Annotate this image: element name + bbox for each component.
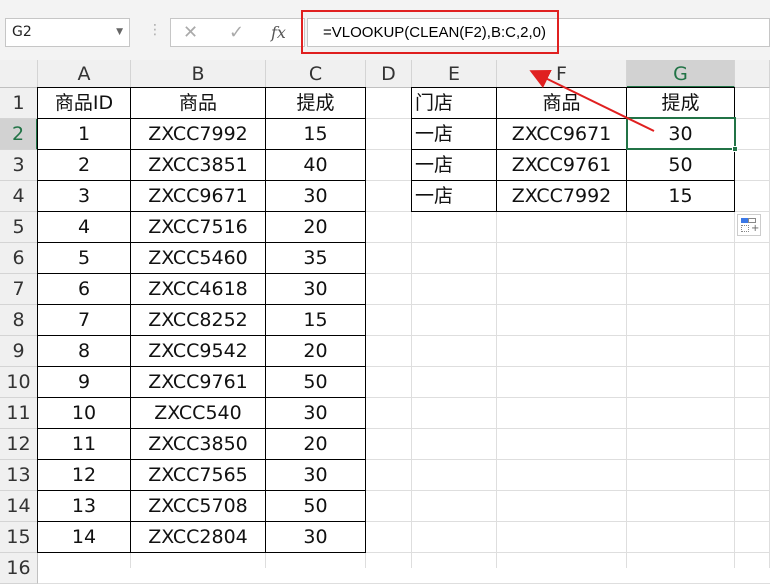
paste-options-icon[interactable]: + (737, 214, 761, 236)
annotation-arrow (529, 70, 655, 132)
